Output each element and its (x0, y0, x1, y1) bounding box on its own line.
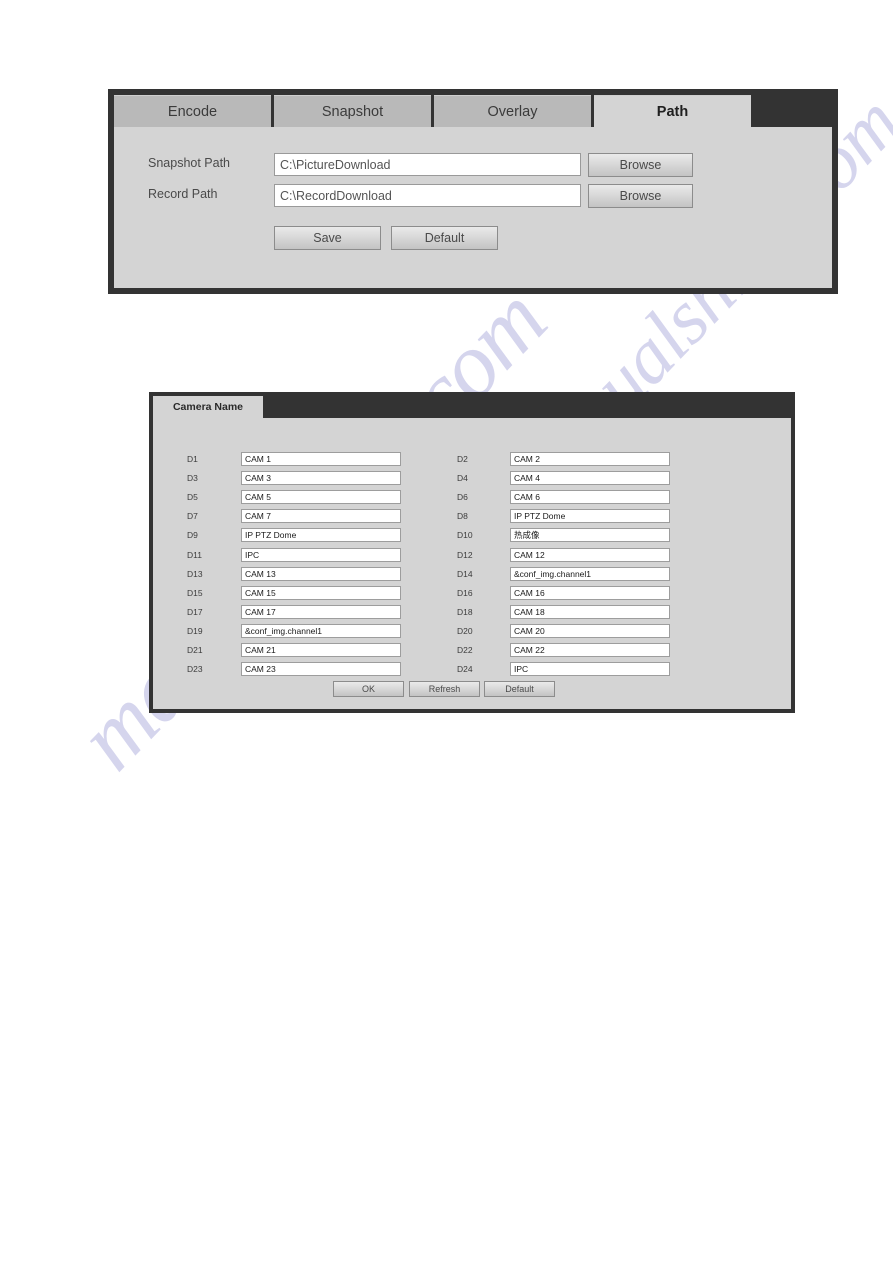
camera-name-input-d5[interactable] (241, 490, 401, 505)
save-button-label: Save (313, 231, 342, 245)
camera-name-input-d6[interactable] (510, 490, 670, 505)
tab-overlay-label: Overlay (487, 103, 538, 120)
camera-channel-label-d11: D11 (187, 549, 202, 560)
camera-name-input-d2[interactable] (510, 452, 670, 466)
record-browse-button[interactable]: Browse (588, 184, 693, 208)
camera-name-input-d1[interactable] (241, 452, 401, 466)
camera-channel-label-d13: D13 (187, 568, 203, 579)
camera-name-input-d7[interactable] (241, 509, 401, 524)
camera-name-input-d17[interactable] (241, 604, 401, 619)
camera-name-input-d15[interactable] (241, 585, 401, 600)
camera-channel-label-d2: D2 (457, 454, 468, 464)
camera-name-input-d13[interactable] (241, 566, 401, 581)
record-path-label: Record Path (148, 187, 218, 201)
camera-channel-label-d10: D10 (457, 530, 473, 541)
camera-channel-label-d4: D4 (457, 473, 468, 484)
camera-name-input-d18[interactable] (510, 604, 670, 619)
camera-name-input-d9[interactable] (241, 528, 401, 543)
tab-snapshot-label: Snapshot (321, 103, 384, 120)
tab-snapshot[interactable]: Snapshot (274, 95, 431, 127)
camera-name-input-d4[interactable] (510, 471, 670, 486)
path-actions-row: Save Default (114, 226, 832, 250)
camera-channel-label-d9: D9 (187, 530, 198, 541)
camera-channel-label-d20: D20 (457, 625, 473, 636)
tab-encode[interactable]: Encode (114, 95, 271, 127)
snapshot-path-label: Snapshot Path (148, 156, 231, 170)
tab-path-label: Path (656, 103, 689, 120)
camera-name-input-d22[interactable] (510, 643, 670, 657)
camera-ok-label: OK (361, 684, 375, 694)
camera-name-input-d24[interactable] (510, 662, 670, 677)
camera-name-input-d14[interactable] (510, 566, 670, 581)
camera-channel-label-d6: D6 (457, 492, 468, 503)
path-settings-panel: Encode Snapshot Overlay Path Snapshot Pa… (108, 89, 838, 294)
default-button-label: Default (424, 231, 465, 245)
camera-name-tab-content: D1 D2 D3 D4 D5 D6 D7 D8 D9 D10 D11 D12 D13 D14 D15 D16 D… (153, 418, 791, 709)
camera-default-label: Default (505, 684, 534, 694)
camera-channel-label-d16: D16 (457, 587, 473, 598)
camera-channel-label-d17: D17 (187, 606, 203, 617)
camera-default-button[interactable]: Default (484, 681, 555, 697)
camera-channel-label-d1: D1 (187, 454, 198, 464)
camera-channel-label-d14: D14 (457, 568, 473, 579)
snapshot-path-row: Snapshot Path Browse (114, 153, 832, 177)
camera-refresh-label: Refresh (428, 684, 461, 694)
camera-name-tab-bar: Camera Name (153, 396, 791, 418)
camera-ok-button[interactable]: OK (333, 681, 404, 697)
camera-name-input-d19[interactable] (241, 623, 401, 638)
record-path-input[interactable] (274, 184, 581, 207)
tab-path[interactable]: Path (594, 95, 751, 127)
tab-encode-label: Encode (167, 103, 218, 120)
camera-name-input-d8[interactable] (510, 509, 670, 524)
snapshot-browse-button[interactable]: Browse (588, 153, 693, 177)
snapshot-browse-label: Browse (619, 158, 662, 172)
camera-name-input-d11[interactable] (241, 547, 401, 562)
record-browse-label: Browse (619, 189, 662, 203)
camera-channel-label-d8: D8 (457, 511, 468, 522)
save-button[interactable]: Save (274, 226, 381, 250)
tab-camera-name[interactable]: Camera Name (153, 396, 263, 418)
camera-channel-label-d21: D21 (187, 645, 203, 655)
camera-channel-label-d23: D23 (187, 664, 203, 675)
camera-name-input-d23[interactable] (241, 662, 401, 677)
camera-name-input-d16[interactable] (510, 585, 670, 600)
camera-name-panel: Camera Name D1D2D3D4D5D6D7D8D9D10D11D12D… (149, 392, 795, 713)
path-tab-content: Snapshot Path Browse Record Path Browse … (114, 127, 832, 288)
path-tab-bar: Encode Snapshot Overlay Path (114, 95, 832, 127)
camera-channel-label-d15: D15 (187, 587, 203, 598)
camera-channel-label-d19: D19 (187, 625, 203, 636)
default-button[interactable]: Default (391, 226, 498, 250)
tab-overlay[interactable]: Overlay (434, 95, 591, 127)
snapshot-path-input[interactable] (274, 153, 581, 176)
record-path-row: Record Path Browse (114, 184, 832, 208)
camera-channel-label-d12: D12 (457, 549, 473, 560)
camera-name-input-d3[interactable] (241, 471, 401, 486)
camera-name-input-d10[interactable] (510, 528, 670, 543)
camera-channel-label-d5: D5 (187, 492, 198, 503)
camera-channel-label-d24: D24 (457, 664, 473, 675)
camera-channel-label-d18: D18 (457, 606, 473, 617)
tab-camera-name-label: Camera Name (172, 401, 244, 413)
camera-channel-label-d7: D7 (187, 511, 198, 522)
camera-channel-label-d22: D22 (457, 645, 473, 655)
camera-name-input-d21[interactable] (241, 643, 401, 657)
camera-channel-label-d3: D3 (187, 473, 198, 484)
camera-refresh-button[interactable]: Refresh (409, 681, 480, 697)
camera-name-input-d12[interactable] (510, 547, 670, 562)
camera-name-input-d20[interactable] (510, 623, 670, 638)
